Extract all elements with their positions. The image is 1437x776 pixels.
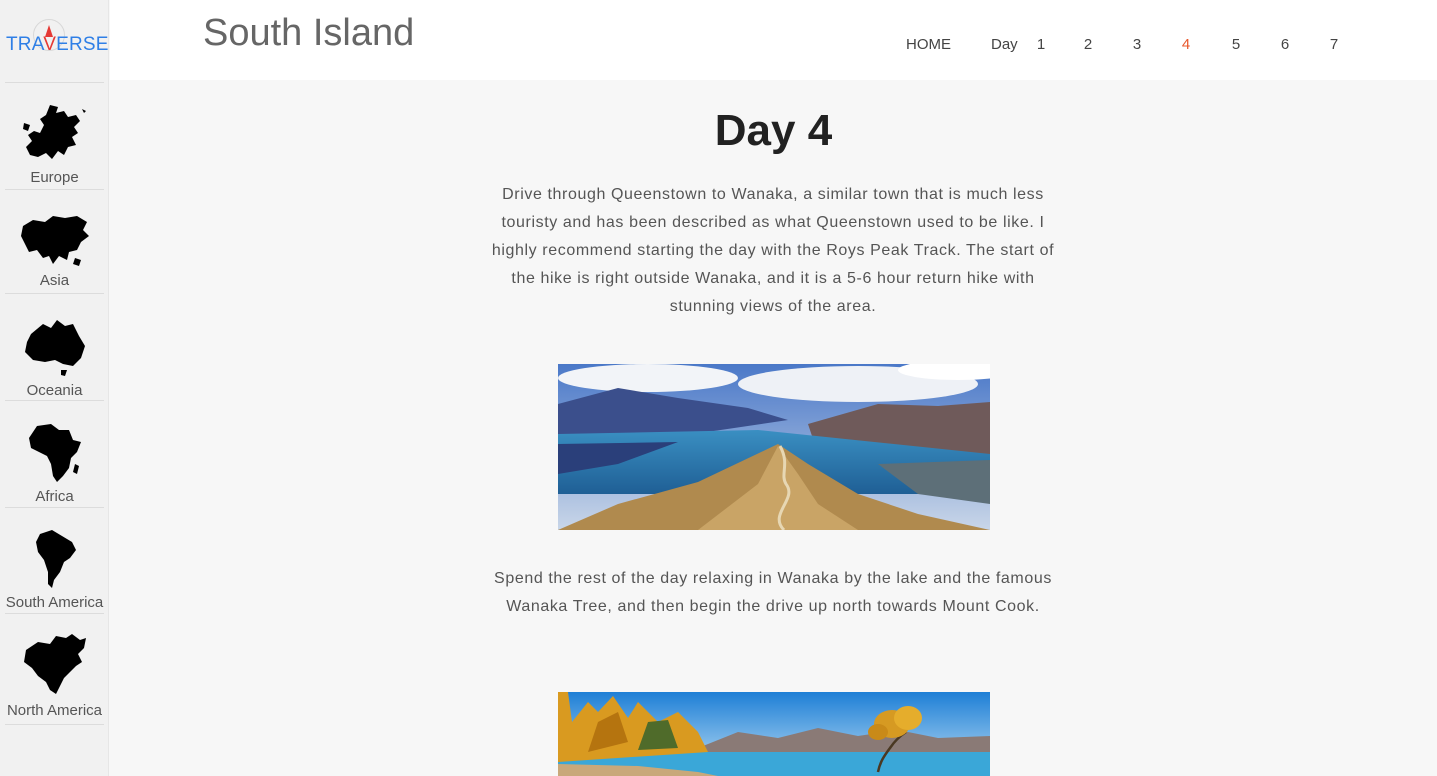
sidebar-divider bbox=[5, 189, 104, 190]
wanaka-tree-photo-graphic bbox=[558, 692, 990, 776]
header: South Island HOME Day 1 2 3 4 5 6 7 bbox=[110, 0, 1437, 80]
sidebar-item-north-america[interactable]: North America bbox=[0, 632, 109, 719]
sidebar-item-south-america[interactable]: South America bbox=[0, 528, 109, 611]
roys-peak-photo-graphic bbox=[558, 364, 990, 530]
day-description: Drive through Queenstown to Wanaka, a si… bbox=[491, 186, 1055, 315]
sidebar-item-europe[interactable]: Europe bbox=[0, 103, 109, 186]
nav-day-7-link[interactable]: 7 bbox=[1324, 36, 1344, 53]
south-america-map-icon bbox=[35, 530, 76, 588]
asia-map-icon bbox=[20, 216, 89, 266]
day-description-continued: Spend the rest of the day relaxing in Wa… bbox=[494, 570, 1052, 615]
sidebar-item-label: South America bbox=[5, 594, 104, 611]
day-title: Day 4 bbox=[714, 106, 833, 155]
sidebar-item-label: Europe bbox=[30, 169, 79, 186]
north-america-map-icon bbox=[23, 634, 86, 694]
sidebar-item-africa[interactable]: Africa bbox=[0, 422, 109, 505]
logo-text-accent: V bbox=[43, 34, 57, 55]
sidebar-item-label: Oceania bbox=[26, 382, 83, 399]
sidebar-item-label: Asia bbox=[39, 272, 70, 289]
sidebar-divider bbox=[5, 293, 104, 294]
logo-text-part: TRA bbox=[6, 34, 44, 55]
wanaka-tree-photo bbox=[558, 692, 990, 776]
nav-day-5-link[interactable]: 5 bbox=[1226, 36, 1246, 53]
europe-map-icon bbox=[22, 105, 86, 159]
sidebar-item-oceania[interactable]: Oceania bbox=[0, 316, 109, 399]
logo-text-part: ERSE bbox=[56, 34, 109, 55]
logo-text: TRAVERSE bbox=[6, 34, 109, 56]
nav-home-link[interactable]: HOME bbox=[906, 36, 951, 53]
sidebar-item-label: North America bbox=[6, 702, 103, 719]
sidebar: TRAVERSE Europe Asia Oceania Africa Sout… bbox=[0, 0, 109, 776]
oceania-map-icon bbox=[24, 320, 85, 376]
sidebar-divider bbox=[5, 82, 104, 83]
sidebar-divider bbox=[5, 724, 104, 725]
traverse-logo[interactable]: TRAVERSE bbox=[0, 0, 109, 82]
nav-day-6-link[interactable]: 6 bbox=[1275, 36, 1295, 53]
nav-day-label: Day bbox=[991, 36, 1018, 53]
roys-peak-photo bbox=[558, 364, 990, 530]
nav-day-3-link[interactable]: 3 bbox=[1127, 36, 1147, 53]
sidebar-divider bbox=[5, 613, 104, 614]
main-content: Day 4 Drive through Queenstown to Wanaka… bbox=[110, 80, 1437, 776]
nav-day-4-link[interactable]: 4 bbox=[1176, 36, 1196, 53]
nav-day-1-link[interactable]: 1 bbox=[1031, 36, 1051, 53]
sidebar-divider bbox=[5, 400, 104, 401]
africa-map-icon bbox=[28, 424, 81, 482]
sidebar-item-label: Africa bbox=[35, 488, 74, 505]
page-title: South Island bbox=[203, 12, 415, 54]
nav-day-2-link[interactable]: 2 bbox=[1078, 36, 1098, 53]
sidebar-divider bbox=[5, 507, 104, 508]
sidebar-item-asia[interactable]: Asia bbox=[0, 212, 109, 289]
